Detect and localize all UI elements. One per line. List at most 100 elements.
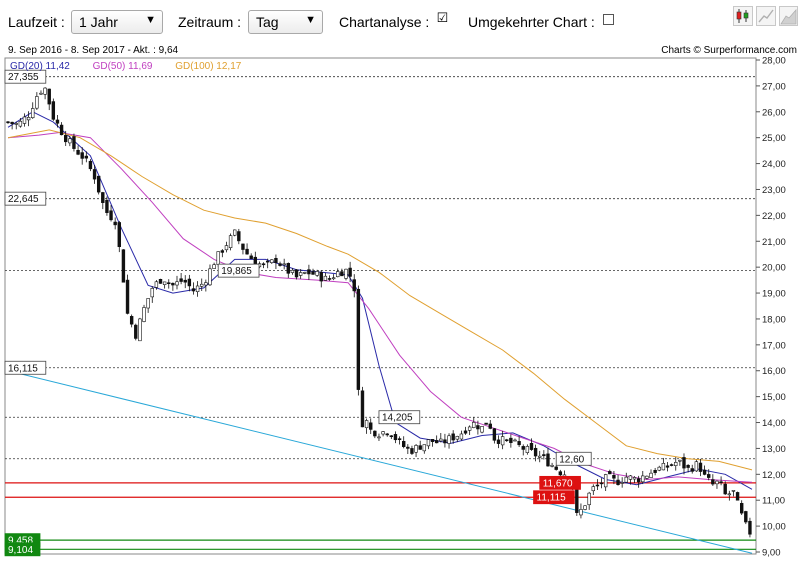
candle: [303, 271, 307, 275]
candle-body: [649, 472, 653, 478]
candle: [702, 465, 707, 476]
candle-body: [731, 490, 736, 492]
candle: [665, 462, 670, 472]
candle: [430, 439, 435, 447]
candle-body: [278, 263, 282, 266]
candle-body: [459, 433, 464, 440]
candle-body: [397, 438, 402, 441]
candle-body: [319, 272, 323, 282]
candle: [447, 433, 451, 449]
candle-body: [158, 278, 163, 284]
candle-body: [525, 446, 530, 453]
candle: [410, 445, 414, 455]
candle: [583, 505, 587, 511]
candle: [748, 517, 752, 538]
level-label-text: 14,205: [382, 413, 413, 424]
candle-body: [583, 505, 587, 510]
candle-body: [496, 439, 501, 444]
candle-body: [715, 480, 719, 485]
candle: [521, 444, 525, 456]
candle-body: [171, 282, 175, 286]
candle: [125, 274, 130, 315]
candle-body: [505, 439, 509, 442]
candle-body: [237, 231, 241, 242]
candle-body: [80, 152, 84, 159]
candle-body: [216, 251, 220, 265]
candle-body: [340, 271, 344, 277]
level-label: 22,645: [4, 191, 47, 206]
candle-body: [686, 464, 690, 468]
candle: [356, 285, 361, 396]
candle-body: [628, 475, 633, 480]
candle: [344, 268, 348, 281]
candle-body: [723, 483, 727, 495]
candle-body: [323, 275, 328, 281]
candle: [377, 433, 381, 442]
candle: [319, 270, 323, 288]
candle-body: [484, 422, 488, 425]
y-tick-label: 17,00: [762, 340, 786, 351]
candle: [171, 282, 175, 291]
candle: [422, 444, 427, 454]
candle: [150, 286, 154, 303]
candle-body: [603, 474, 608, 488]
level-label-text: 12,60: [559, 454, 584, 465]
level-label: 11,115: [533, 490, 575, 505]
candle-body: [389, 435, 394, 438]
candle-body: [402, 441, 406, 447]
candle: [323, 272, 328, 281]
candle: [587, 491, 591, 510]
y-tick-label: 15,00: [762, 392, 786, 403]
candle: [191, 282, 196, 295]
candle-body: [179, 278, 183, 282]
candle: [224, 241, 229, 253]
candle: [96, 175, 101, 195]
candle-body: [414, 445, 418, 453]
candle-body: [200, 283, 204, 287]
candle-body: [220, 250, 225, 253]
candle-body: [109, 210, 113, 221]
candle: [113, 217, 117, 230]
candle-body: [55, 119, 60, 124]
candle-body: [282, 263, 286, 266]
candle-body: [447, 435, 451, 444]
candle-body: [377, 436, 381, 439]
candle: [439, 432, 443, 443]
candle-body: [39, 92, 43, 95]
candle-body: [595, 484, 600, 487]
level-label: 12,60: [555, 451, 592, 466]
candle-body: [476, 425, 480, 430]
candle-body: [150, 288, 154, 298]
candle: [261, 262, 266, 269]
candle-body: [35, 96, 39, 109]
candle: [744, 510, 748, 525]
level-label: 11,670: [539, 475, 581, 490]
candle-body: [624, 476, 628, 483]
candle: [31, 102, 35, 119]
candle-body: [641, 475, 645, 483]
candle: [212, 262, 216, 269]
candle-body: [381, 431, 385, 435]
candle-body: [439, 438, 443, 442]
y-tick-label: 28,00: [762, 56, 786, 67]
candle-body: [698, 462, 703, 472]
candle-body: [538, 455, 542, 458]
candle: [51, 98, 56, 121]
candle-body: [265, 260, 270, 263]
candle-body: [18, 120, 23, 127]
candle: [101, 191, 105, 210]
candle: [608, 469, 612, 475]
candle-body: [175, 281, 179, 286]
candle: [546, 447, 550, 467]
y-tick-label: 27,00: [762, 81, 786, 92]
candle: [579, 503, 583, 519]
candle-body: [410, 448, 414, 454]
candle-body: [307, 269, 311, 275]
candle-body: [694, 461, 699, 472]
candle-body: [472, 422, 476, 428]
candle-body: [327, 278, 332, 280]
legend-item: GD(50) 11,69: [93, 61, 153, 72]
y-tick-label: 11,00: [762, 496, 785, 507]
candle-body: [443, 439, 447, 444]
y-tick-label: 18,00: [762, 314, 786, 325]
